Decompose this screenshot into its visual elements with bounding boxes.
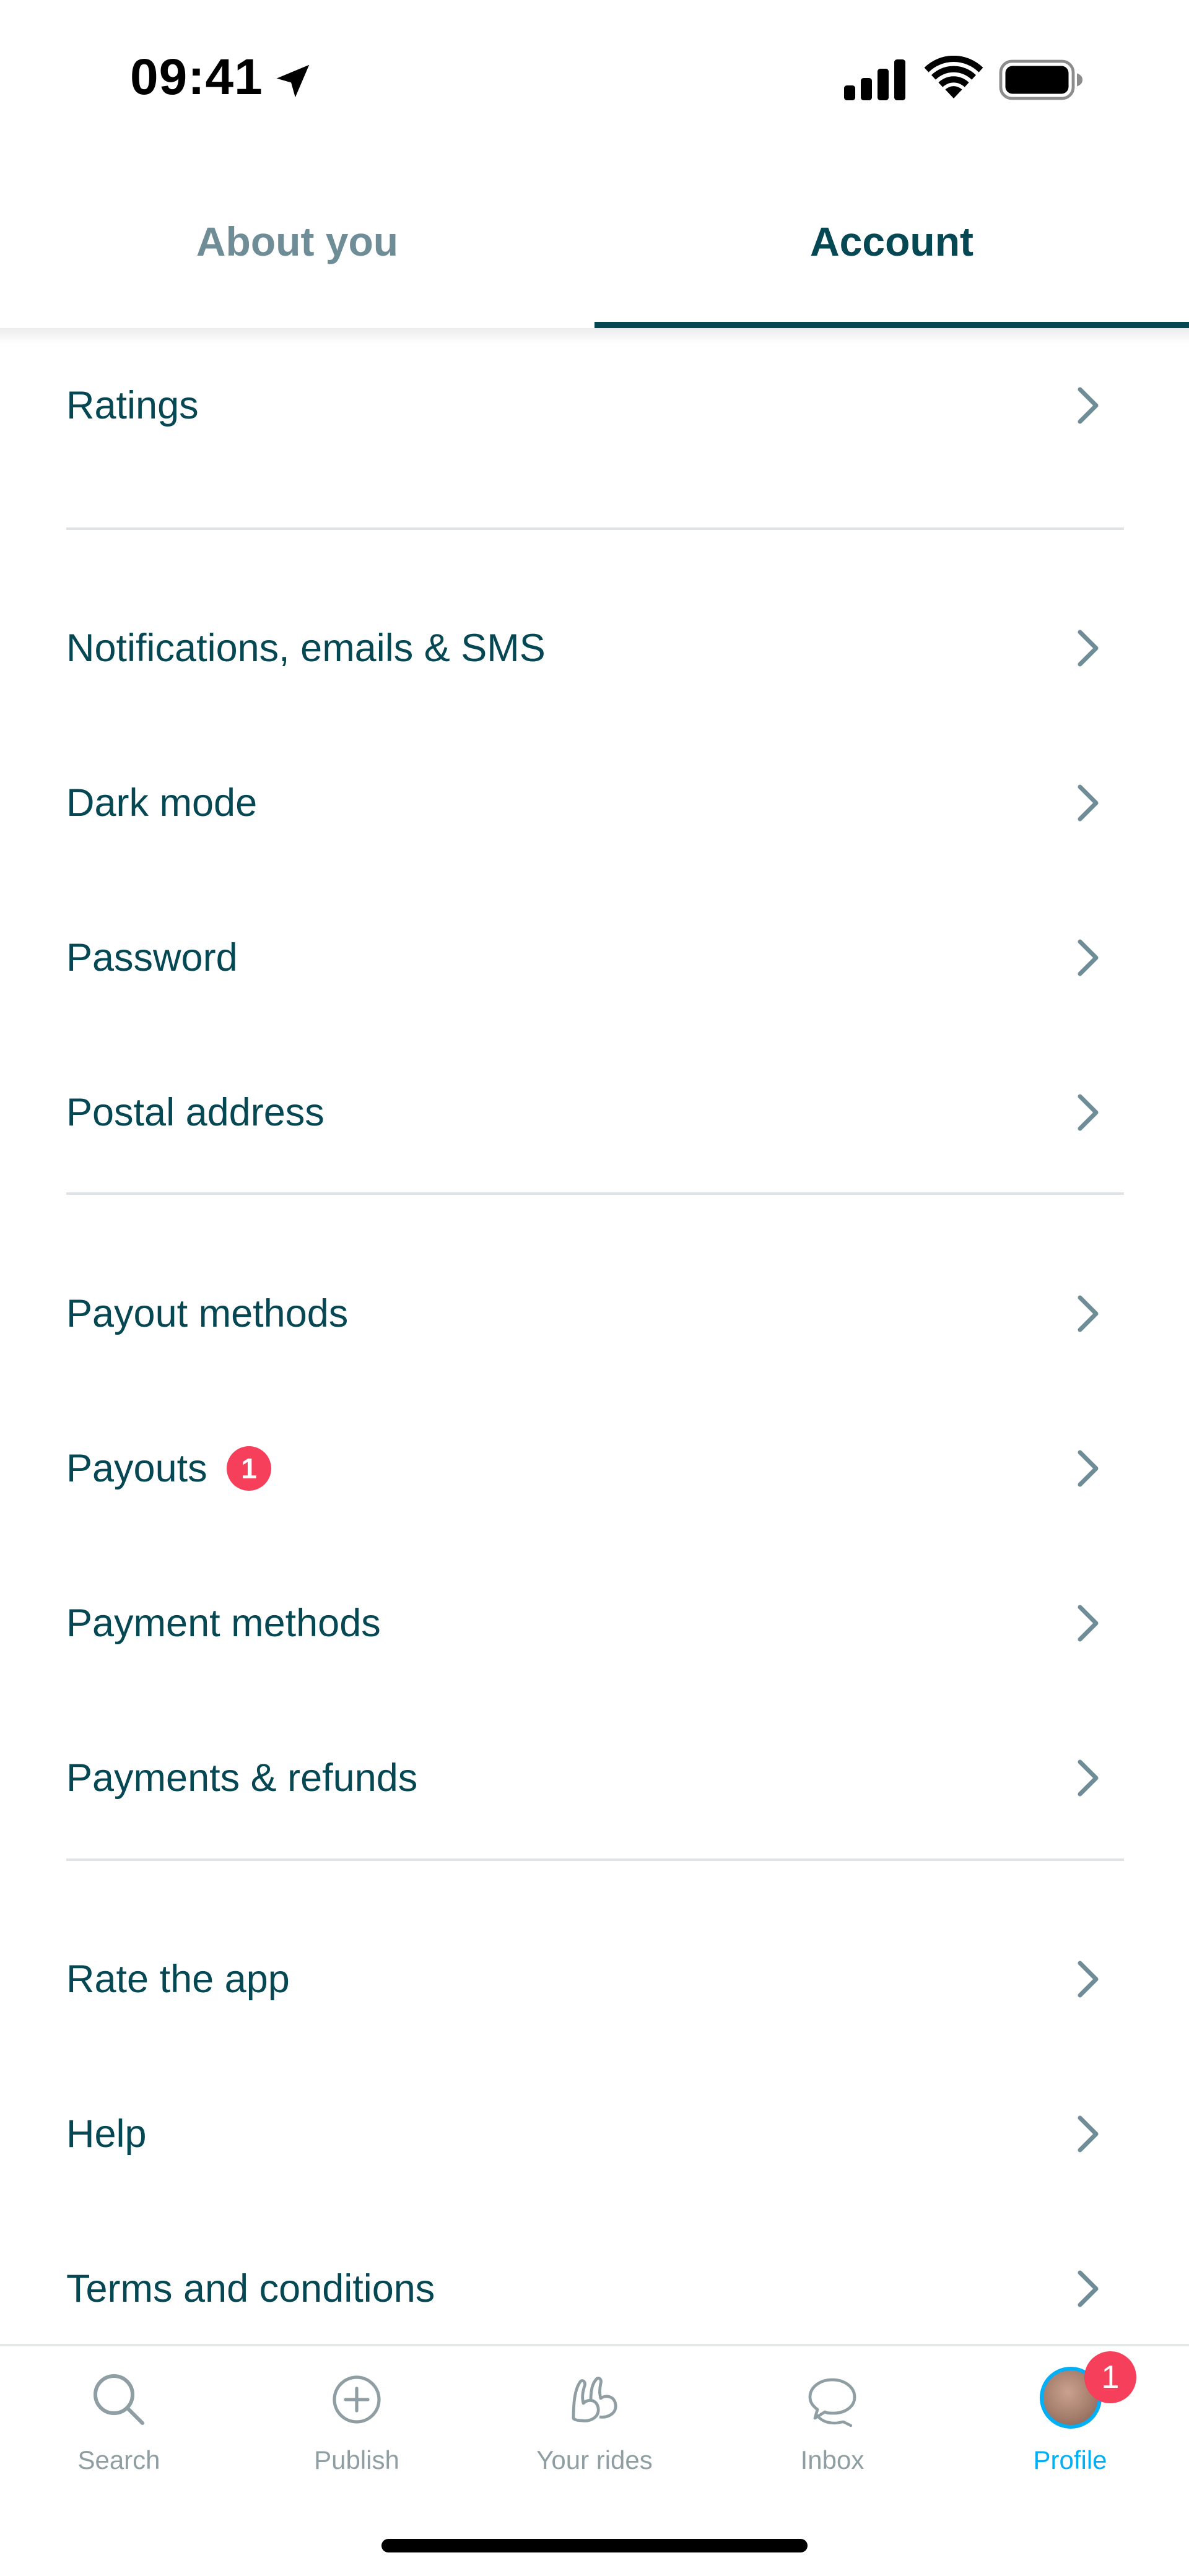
menu-item-terms[interactable]: Terms and conditions: [0, 2211, 1189, 2366]
account-screen: 09:41 About you Account Ratings Notifica…: [0, 0, 1189, 2576]
status-bar: 09:41: [0, 0, 1189, 155]
menu-item-label: Postal address: [66, 1091, 324, 1134]
menu-item-password[interactable]: Password: [0, 880, 1189, 1035]
menu-item-notifications[interactable]: Notifications, emails & SMS: [0, 571, 1189, 726]
chevron-right-icon: [1078, 1759, 1099, 1797]
menu-item-rate-the-app[interactable]: Rate the app: [0, 1902, 1189, 2057]
chevron-right-icon: [1078, 1450, 1099, 1487]
home-indicator[interactable]: [381, 2539, 808, 2552]
nav-publish[interactable]: Publish: [238, 2346, 476, 2501]
nav-profile[interactable]: 1 Profile: [951, 2346, 1189, 2501]
nav-inbox[interactable]: Inbox: [713, 2346, 951, 2501]
nav-your-rides-label: Your rides: [536, 2445, 653, 2474]
chat-bubbles-icon: [808, 2378, 856, 2427]
menu-item-label: Rate the app: [66, 1958, 290, 2001]
menu-item-label: Help: [66, 2112, 147, 2156]
section-divider: [66, 527, 1124, 530]
status-time: 09:41: [130, 49, 263, 105]
wifi-icon: [924, 56, 983, 98]
menu-item-label: Payments & refunds: [66, 1756, 418, 1800]
chevron-right-icon: [1078, 939, 1099, 976]
nav-inbox-label: Inbox: [800, 2445, 865, 2474]
menu-item-label: Terms and conditions: [66, 2267, 435, 2310]
nav-search-label: Search: [77, 2445, 160, 2474]
chevron-right-icon: [1078, 1961, 1099, 1998]
nav-publish-label: Publish: [314, 2445, 399, 2474]
menu-item-payment-methods[interactable]: Payment methods: [0, 1546, 1189, 1701]
tab-account[interactable]: Account: [594, 155, 1189, 328]
menu-item-ratings[interactable]: Ratings: [0, 328, 1189, 483]
chevron-right-icon: [1078, 2115, 1099, 2153]
active-tab-indicator: [594, 322, 1189, 328]
rides-icon: [572, 2377, 617, 2422]
cellular-signal-icon: [844, 59, 905, 100]
menu-item-label: Dark mode: [66, 781, 258, 825]
section-divider: [66, 1858, 1124, 1861]
menu-item-dark-mode[interactable]: Dark mode: [0, 726, 1189, 880]
menu-item-label: Notifications, emails & SMS: [66, 627, 546, 670]
location-arrow-icon: [276, 64, 310, 98]
nav-your-rides[interactable]: Your rides: [476, 2346, 713, 2501]
profile-tabs: About you Account: [0, 155, 1189, 328]
menu-item-label: Payment methods: [66, 1602, 381, 1645]
chevron-right-icon: [1078, 630, 1099, 667]
menu-item-label: Ratings: [66, 384, 199, 427]
nav-search[interactable]: Search: [0, 2346, 238, 2501]
payouts-notification-badge: 1: [227, 1446, 271, 1491]
menu-item-help[interactable]: Help: [0, 2057, 1189, 2211]
plus-circle-icon: [333, 2375, 381, 2424]
chevron-right-icon: [1078, 1295, 1099, 1332]
profile-notification-badge: 1: [1084, 2351, 1136, 2403]
chevron-right-icon: [1078, 1605, 1099, 1642]
tab-about-you[interactable]: About you: [0, 155, 594, 328]
search-icon: [94, 2374, 144, 2425]
chevron-right-icon: [1078, 2270, 1099, 2307]
chevron-right-icon: [1078, 387, 1099, 424]
chevron-right-icon: [1078, 784, 1099, 822]
menu-item-payments-refunds[interactable]: Payments & refunds: [0, 1701, 1189, 1855]
menu-item-label: Password: [66, 936, 238, 979]
menu-item-payouts[interactable]: Payouts 1: [0, 1391, 1189, 1546]
menu-item-label: Payouts: [66, 1447, 207, 1490]
menu-item-payout-methods[interactable]: Payout methods: [0, 1236, 1189, 1391]
menu-item-postal-address[interactable]: Postal address: [0, 1035, 1189, 1190]
battery-icon: [999, 59, 1082, 100]
chevron-right-icon: [1078, 1094, 1099, 1131]
section-divider: [66, 1192, 1124, 1195]
nav-profile-label: Profile: [1033, 2445, 1107, 2474]
menu-item-label: Payout methods: [66, 1292, 349, 1335]
